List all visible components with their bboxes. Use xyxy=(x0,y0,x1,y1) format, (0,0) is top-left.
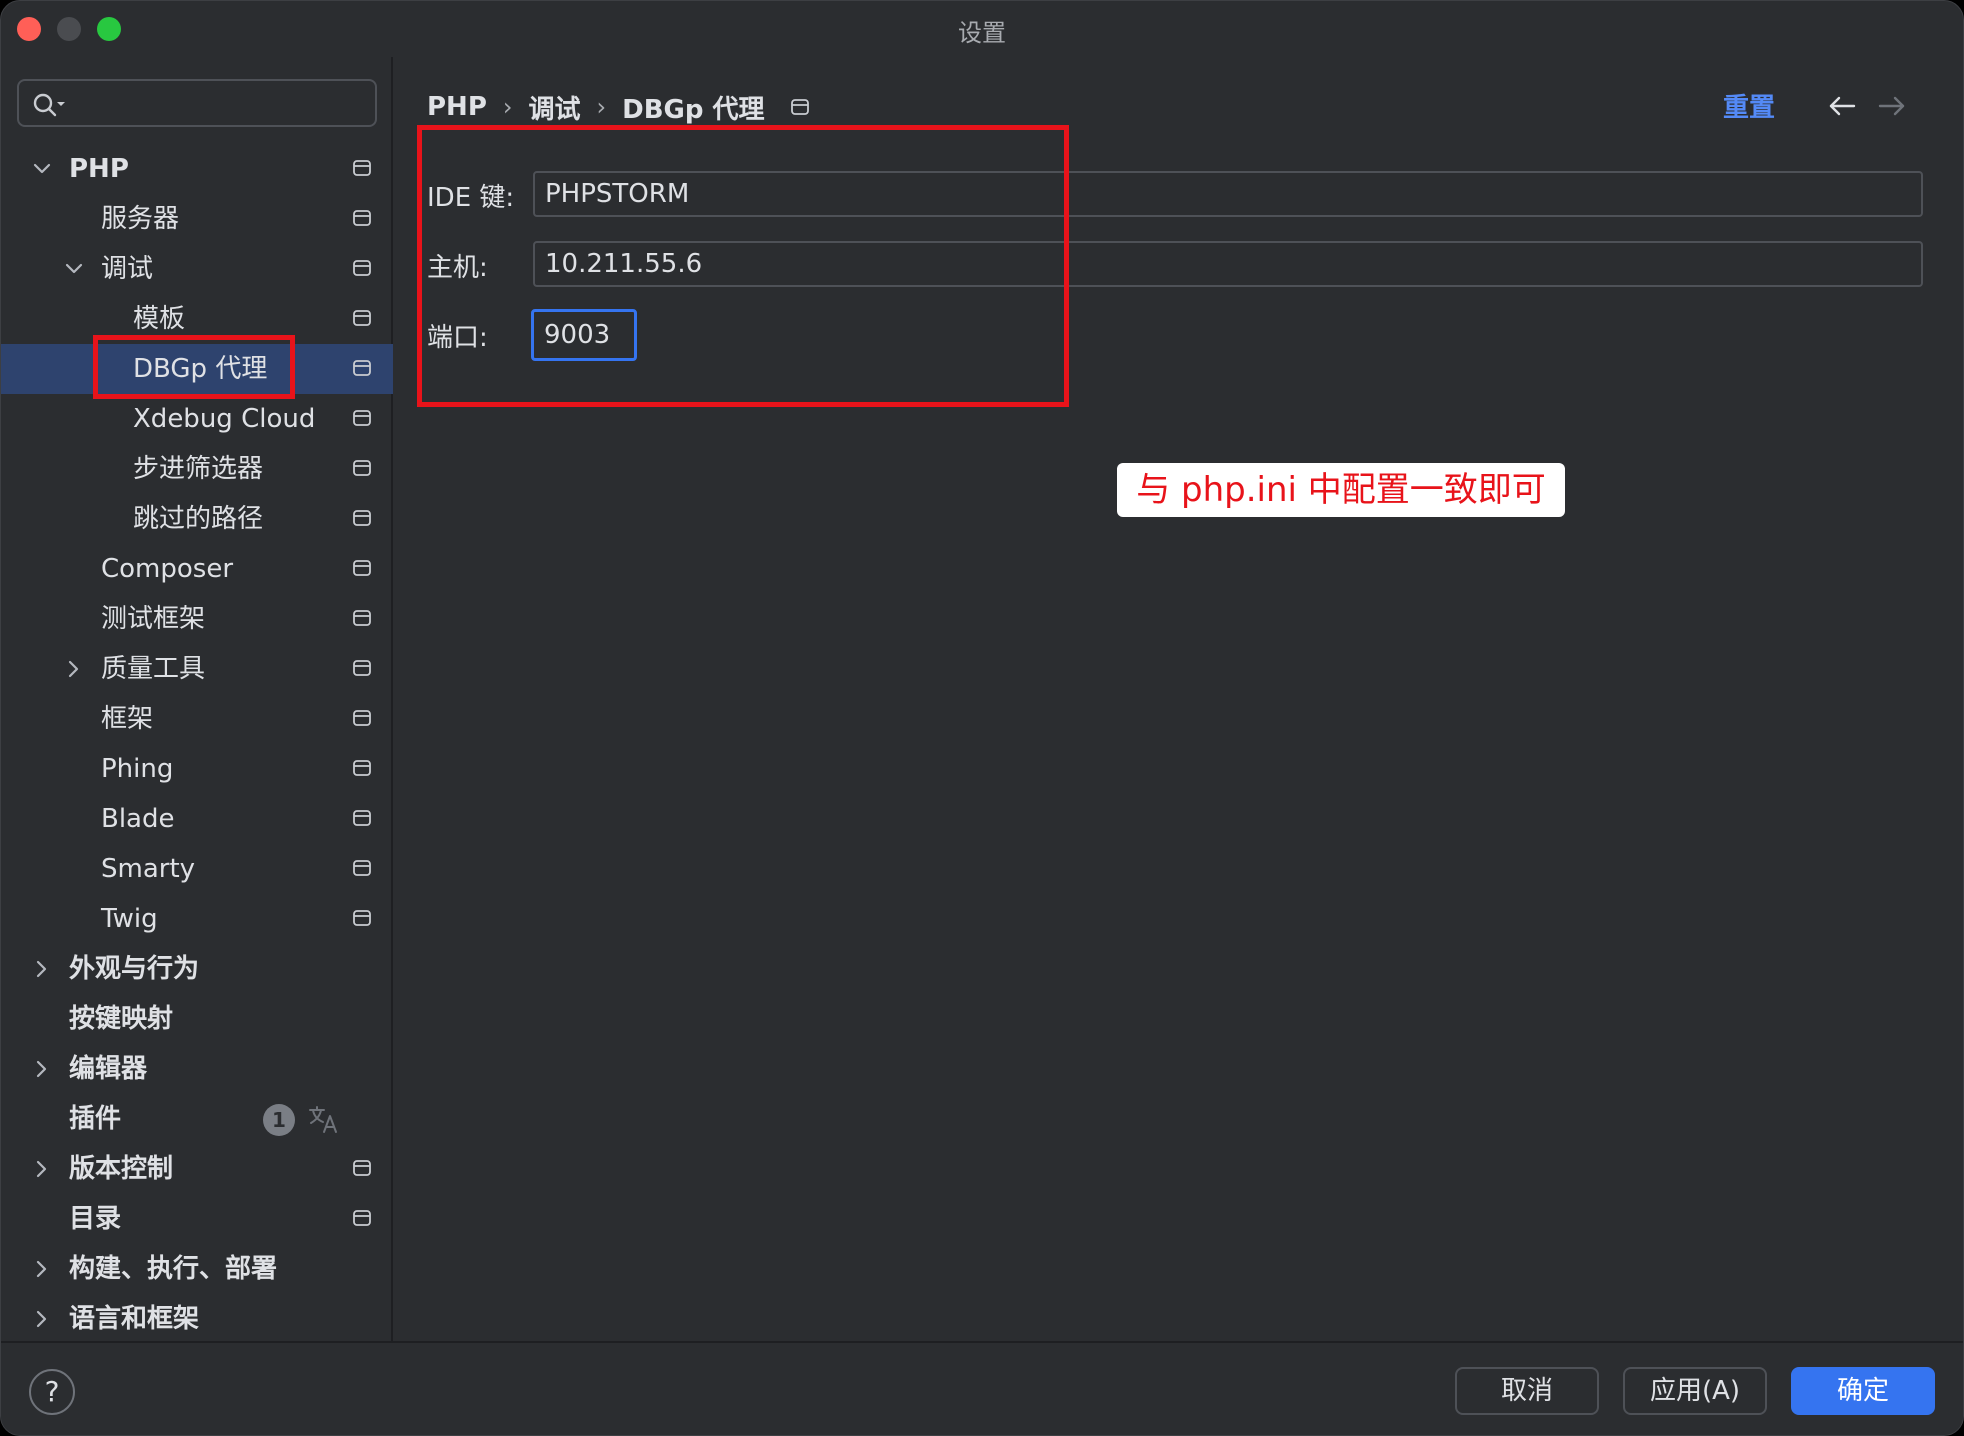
chevron-right-icon[interactable] xyxy=(31,1058,53,1080)
chevron-right-icon[interactable] xyxy=(31,958,53,980)
breadcrumb-php[interactable]: PHP xyxy=(427,92,487,122)
sidebar-item[interactable]: 按键映射 xyxy=(1,994,393,1044)
chevron-down-icon[interactable] xyxy=(63,258,85,280)
sidebar-item[interactable]: 构建、执行、部署 xyxy=(1,1244,393,1294)
sidebar-item[interactable]: Blade xyxy=(1,794,393,844)
sidebar-item-label: 服务器 xyxy=(101,204,180,234)
help-button[interactable]: ? xyxy=(29,1369,75,1415)
settings-search-input[interactable] xyxy=(71,87,371,119)
project-page-icon xyxy=(353,310,371,326)
project-page-icon xyxy=(353,1210,371,1226)
sidebar-item-label: 质量工具 xyxy=(101,654,206,684)
project-page-icon xyxy=(353,260,371,276)
sidebar-item-label: 跳过的路径 xyxy=(133,504,264,534)
chevron-right-icon[interactable] xyxy=(31,1158,53,1180)
sidebar-item[interactable]: Smarty xyxy=(1,844,393,894)
sidebar-item-label: Composer xyxy=(101,554,234,584)
forward-arrow-icon[interactable] xyxy=(1877,93,1907,119)
project-page-icon xyxy=(353,760,371,776)
project-page-icon xyxy=(353,410,371,426)
sidebar-item-label: 测试框架 xyxy=(101,604,206,634)
plugin-update-badge: 1 xyxy=(263,1104,295,1136)
sidebar-item-label: Twig xyxy=(101,904,158,934)
reset-link[interactable]: 重置 xyxy=(1723,87,1775,124)
sidebar-item-label: 调试 xyxy=(101,254,154,284)
breadcrumb: PHP › 调试 › DBGp 代理 xyxy=(427,87,809,127)
project-page-icon xyxy=(353,210,371,226)
sidebar-item[interactable]: 质量工具 xyxy=(1,644,393,694)
back-arrow-icon[interactable] xyxy=(1827,93,1857,119)
project-page-icon xyxy=(353,910,371,926)
annotation-note: 与 php.ini 中配置一致即可 xyxy=(1117,463,1565,517)
sidebar-item-label: Xdebug Cloud xyxy=(133,404,316,434)
project-page-icon xyxy=(353,510,371,526)
ok-button[interactable]: 确定 xyxy=(1791,1367,1935,1415)
sidebar-item[interactable]: 框架 xyxy=(1,694,393,744)
annotation-box-form xyxy=(417,125,1069,407)
sidebar-item-label: Blade xyxy=(101,804,175,834)
settings-search-box[interactable] xyxy=(17,79,377,127)
sidebar-item[interactable]: 语言和框架 xyxy=(1,1294,393,1344)
sidebar-item[interactable]: 版本控制 xyxy=(1,1144,393,1194)
sidebar-item-label: 按键映射 xyxy=(69,1004,174,1034)
project-page-icon xyxy=(353,860,371,876)
annotation-box-selected-item xyxy=(93,335,295,399)
sidebar-item-label: PHP xyxy=(69,154,129,184)
sidebar-item-label: 步进筛选器 xyxy=(133,454,264,484)
sidebar-item-label: 框架 xyxy=(101,704,154,734)
apply-button[interactable]: 应用(A) xyxy=(1623,1367,1767,1415)
sidebar-item-label: Phing xyxy=(101,754,174,784)
breadcrumb-separator: › xyxy=(596,93,607,121)
breadcrumb-separator: › xyxy=(502,93,513,121)
sidebar-item-label: 版本控制 xyxy=(69,1154,174,1184)
sidebar-item[interactable]: 步进筛选器 xyxy=(1,444,393,494)
dialog-footer: ? 取消 应用(A) 确定 xyxy=(1,1341,1963,1435)
sidebar-item[interactable]: 插件 1 xyxy=(1,1094,393,1144)
sidebar-item[interactable]: 目录 xyxy=(1,1194,393,1244)
sidebar-item[interactable]: 外观与行为 xyxy=(1,944,393,994)
chevron-down-icon[interactable] xyxy=(31,158,53,180)
project-page-icon xyxy=(353,660,371,676)
sidebar-item[interactable]: PHP xyxy=(1,144,393,194)
settings-content: PHP › 调试 › DBGp 代理 重置 IDE 键: 主机: 端口: 与 p… xyxy=(395,57,1963,1341)
settings-window: 设置 PHP 服务器 调试 模板 DBGp 代理 Xdebug Cloud 步进筛选器 跳过的… xyxy=(0,0,1964,1436)
sidebar-item[interactable]: Xdebug Cloud xyxy=(1,394,393,444)
chevron-right-icon[interactable] xyxy=(31,1258,53,1280)
cancel-button[interactable]: 取消 xyxy=(1455,1367,1599,1415)
project-page-icon xyxy=(353,460,371,476)
project-page-icon xyxy=(353,360,371,376)
breadcrumb-dbgp-proxy: DBGp 代理 xyxy=(622,94,765,125)
project-page-icon xyxy=(353,610,371,626)
sidebar-item-label: 目录 xyxy=(69,1204,122,1234)
project-page-icon xyxy=(353,810,371,826)
window-title: 设置 xyxy=(958,19,1006,47)
chevron-right-icon[interactable] xyxy=(63,658,85,680)
breadcrumb-debug[interactable]: 调试 xyxy=(528,89,580,126)
project-page-icon xyxy=(353,160,371,176)
settings-sidebar: PHP 服务器 调试 模板 DBGp 代理 Xdebug Cloud 步进筛选器 跳过的路径 C… xyxy=(1,57,393,1341)
sidebar-item-label: Smarty xyxy=(101,854,196,884)
translate-icon xyxy=(309,1106,337,1133)
sidebar-item[interactable]: 调试 xyxy=(1,244,393,294)
project-page-icon xyxy=(353,1160,371,1176)
sidebar-item-label: 模板 xyxy=(133,304,186,334)
sidebar-item-label: 插件 xyxy=(69,1104,122,1134)
sidebar-item-label: 语言和框架 xyxy=(69,1304,200,1334)
search-icon xyxy=(33,93,65,117)
sidebar-item[interactable]: 服务器 xyxy=(1,194,393,244)
sidebar-item[interactable]: 编辑器 xyxy=(1,1044,393,1094)
title-bar: 设置 xyxy=(1,1,1963,57)
sidebar-item[interactable]: Composer xyxy=(1,544,393,594)
chevron-right-icon[interactable] xyxy=(31,1308,53,1330)
project-page-icon xyxy=(353,560,371,576)
sidebar-item[interactable]: 跳过的路径 xyxy=(1,494,393,544)
sidebar-item[interactable]: Twig xyxy=(1,894,393,944)
sidebar-item-label: 外观与行为 xyxy=(69,954,200,984)
project-page-icon xyxy=(353,710,371,726)
project-page-icon xyxy=(790,99,809,115)
sidebar-item[interactable]: Phing xyxy=(1,744,393,794)
sidebar-item-label: 构建、执行、部署 xyxy=(69,1254,278,1284)
sidebar-item-label: 编辑器 xyxy=(69,1054,148,1084)
sidebar-item[interactable]: 测试框架 xyxy=(1,594,393,644)
